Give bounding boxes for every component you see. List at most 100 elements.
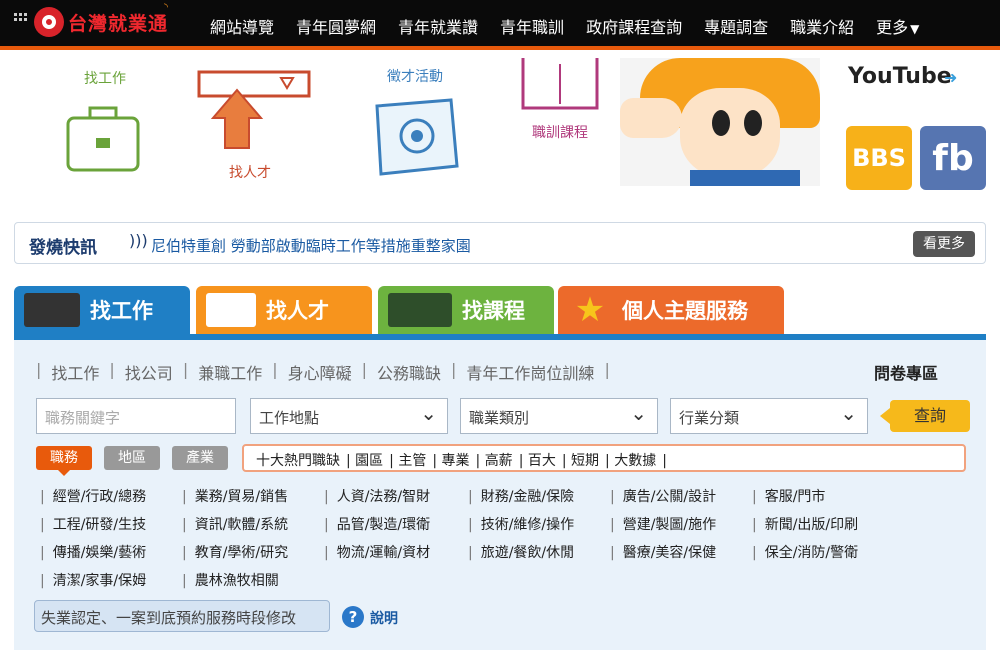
banner-training-courses-label: 職訓課程: [532, 125, 588, 141]
nav-item-more[interactable]: 更多: [876, 14, 919, 38]
sublink-youth-training[interactable]: 青年工作崗位訓練: [466, 360, 594, 384]
occupation-select[interactable]: 職業類別: [460, 398, 658, 434]
briefcase-icon: [24, 293, 80, 327]
hot-link[interactable]: 大數據: [614, 453, 656, 469]
sublink-civil-service[interactable]: 公務職缺: [377, 360, 441, 384]
feature-banner: 找工作 找人才 徵才活動 職訓課程: [30, 58, 830, 198]
category-region-button[interactable]: 地區: [104, 446, 160, 470]
bbs-button[interactable]: BBS: [846, 126, 912, 190]
tab-find-talent-label: 找人才: [266, 299, 329, 323]
tab-find-courses-label: 找課程: [462, 299, 525, 323]
job-category-link[interactable]: 廣告/公關/設計: [610, 486, 716, 506]
nav-item-site-map[interactable]: 網站導覽: [210, 14, 274, 38]
job-category-link[interactable]: 業務/貿易/銷售: [182, 486, 288, 506]
hot-link[interactable]: 短期: [571, 453, 599, 469]
service-tabs: 找工作 找人才 找課程 ★ 個人主題服務: [14, 286, 986, 334]
job-category-link[interactable]: 財務/金融/保險: [468, 486, 574, 506]
sublink-find-company[interactable]: 找公司: [125, 360, 173, 384]
job-category-link[interactable]: 技術/維修/操作: [468, 514, 574, 534]
job-category-link[interactable]: 經營/行政/總務: [40, 486, 146, 506]
job-category-link[interactable]: 教育/學術/研究: [182, 542, 288, 562]
tab-find-job[interactable]: 找工作: [14, 286, 190, 334]
arrow-right-icon: ➜: [944, 68, 958, 87]
nav-item-gov-courses[interactable]: 政府課程查詢: [586, 14, 682, 38]
logo-text: 台灣就業通: [68, 12, 169, 35]
hot-link[interactable]: 百大: [528, 453, 556, 469]
job-category-link[interactable]: 物流/運輸/資材: [324, 542, 430, 562]
survey-link[interactable]: 問卷專區: [874, 360, 938, 384]
tab-find-courses[interactable]: 找課程: [378, 286, 554, 334]
chalkboard-icon: [388, 293, 452, 327]
youtube-link[interactable]: YouTube: [848, 64, 952, 89]
map-target-icon: [375, 98, 459, 176]
job-category-link[interactable]: 醫療/美容/保健: [610, 542, 716, 562]
nav-item-surveys[interactable]: 專題調查: [704, 14, 768, 38]
nav-item-youth-training[interactable]: 青年職訓: [500, 14, 564, 38]
main-nav: 網站導覽 青年圓夢網 青年就業讚 青年職訓 政府課程查詢 專題調查 職業介紹 更…: [210, 14, 941, 38]
social-links: YouTube ➜ BBS fb: [846, 58, 992, 198]
briefcase-icon: [66, 106, 140, 172]
job-category-link[interactable]: 傳播/娛樂/藝術: [40, 542, 146, 562]
location-select[interactable]: 工作地點: [250, 398, 448, 434]
nav-item-youth-dream[interactable]: 青年圓夢網: [296, 14, 376, 38]
sublink-part-time[interactable]: 兼職工作: [198, 360, 262, 384]
news-headline-link[interactable]: 尼伯特重創 勞動部啟動臨時工作等措施重整家園: [151, 235, 471, 256]
banner-find-job-label: 找工作: [84, 71, 126, 87]
job-category-link[interactable]: 旅遊/餐飲/休閒: [468, 542, 574, 562]
query-button[interactable]: 查詢: [880, 400, 970, 432]
category-industry-button[interactable]: 產業: [172, 446, 228, 470]
sublink-find-job[interactable]: 找工作: [51, 360, 99, 384]
job-category-link[interactable]: 工程/研發/生技: [40, 514, 146, 534]
sublink-disability[interactable]: 身心障礙: [288, 360, 352, 384]
banner-find-job[interactable]: 找工作: [50, 68, 160, 188]
book-icon: [521, 58, 599, 110]
job-category-link[interactable]: 人資/法務/智財: [324, 486, 430, 506]
job-search-panel: | 找工作 | 找公司 | 兼職工作 | 身心障礙 | 公務職缺 | 青年工作崗位訓練 | …: [14, 340, 986, 650]
industry-select[interactable]: 行業分類: [670, 398, 868, 434]
job-category-link[interactable]: 客服/門市: [752, 486, 826, 506]
nav-item-youth-employment[interactable]: 青年就業讚: [398, 14, 478, 38]
help-icon[interactable]: ?: [342, 606, 364, 628]
news-title: 發燒快訊: [29, 238, 97, 258]
hot-link[interactable]: 專業: [442, 453, 470, 469]
tab-find-job-label: 找工作: [90, 299, 153, 323]
banner-training-courses[interactable]: 職訓課程: [510, 58, 610, 158]
job-category-link[interactable]: 新聞/出版/印刷: [752, 514, 858, 534]
site-logo[interactable]: 台灣就業通: [34, 6, 168, 38]
hot-link[interactable]: 園區: [355, 453, 383, 469]
mascot-image: [620, 58, 820, 186]
hot-link[interactable]: 十大熱門職缺: [256, 453, 340, 469]
nav-item-job-intro[interactable]: 職業介紹: [790, 14, 854, 38]
keyword-input[interactable]: 職務關鍵字: [36, 398, 236, 434]
star-icon: ★: [574, 290, 606, 330]
facebook-button[interactable]: fb: [920, 126, 986, 190]
logo-mark-icon: [34, 7, 64, 37]
banner-recruit-events-label: 徵才活動: [387, 69, 443, 85]
see-more-button[interactable]: 看更多: [913, 231, 975, 257]
sub-links: | 找工作 | 找公司 | 兼職工作 | 身心障礙 | 公務職缺 | 青年工作崗位訓練 |: [36, 360, 610, 384]
unemployment-notice-button[interactable]: 失業認定、一案到底預約服務時段修改: [34, 600, 330, 632]
help-link[interactable]: 說明: [370, 608, 398, 628]
hot-link[interactable]: 高薪: [485, 453, 513, 469]
tab-find-talent[interactable]: 找人才: [196, 286, 372, 334]
job-category-link[interactable]: 資訊/軟體/系統: [182, 514, 288, 534]
tab-personal-services[interactable]: ★ 個人主題服務: [558, 286, 784, 334]
hot-link[interactable]: 主管: [398, 453, 426, 469]
category-job-button[interactable]: 職務: [36, 446, 92, 476]
banner-find-talent[interactable]: 找人才: [180, 68, 320, 188]
job-category-link[interactable]: 農林漁牧相關: [182, 570, 279, 590]
job-category-link[interactable]: 品管/製造/環衛: [324, 514, 430, 534]
suit-tie-icon: [206, 293, 256, 327]
job-category-link[interactable]: 保全/消防/警衛: [752, 542, 858, 562]
banner-recruit-events[interactable]: 徵才活動: [360, 66, 470, 190]
hot-links-bar: 十大熱門職缺 | 園區 | 主管 | 專業 | 高薪 | 百大 | 短期 | 大數據 |: [242, 444, 966, 472]
menu-dots-icon[interactable]: [14, 13, 30, 25]
top-nav-bar: 台灣就業通 ◝ 網站導覽 青年圓夢網 青年就業讚 青年職訓 政府課程查詢 專題調…: [0, 0, 1000, 50]
job-category-link[interactable]: 清潔/家事/保姆: [40, 570, 146, 590]
hot-news-bar: 發燒快訊 ))) 尼伯特重創 勞動部啟動臨時工作等措施重整家園 看更多: [14, 222, 986, 264]
job-category-link[interactable]: 營建/製圖/施作: [610, 514, 716, 534]
banner-find-talent-label: 找人才: [229, 165, 271, 181]
cursor-arrow-icon: [197, 70, 311, 149]
signal-icon: ◝: [164, 2, 168, 13]
tab-personal-services-label: 個人主題服務: [622, 299, 748, 323]
